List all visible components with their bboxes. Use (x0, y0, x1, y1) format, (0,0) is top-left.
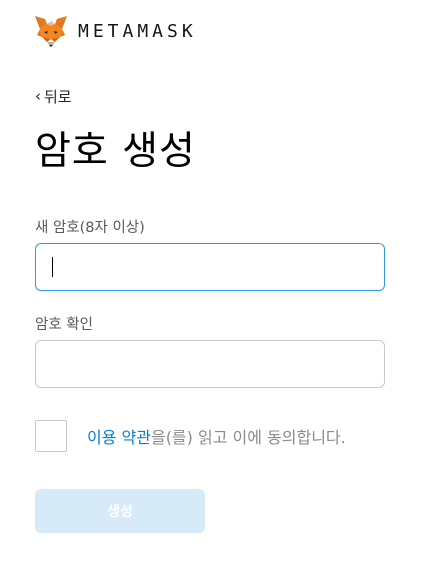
create-password-page: METAMASK ‹ 뒤로 암호 생성 새 암호(8자 이상) 암호 확인 이용… (0, 0, 421, 571)
metamask-wordmark: METAMASK (78, 20, 197, 42)
back-label: 뒤로 (44, 88, 72, 106)
terms-of-use-link[interactable]: 이용 약관 (87, 428, 151, 447)
create-button[interactable]: 생성 (35, 489, 205, 533)
header: METAMASK (34, 14, 197, 48)
terms-text: 이용 약관을(를) 읽고 이에 동의합니다. (87, 424, 346, 448)
confirm-password-input[interactable] (35, 340, 385, 388)
confirm-password-label: 암호 확인 (35, 317, 93, 333)
terms-checkbox[interactable] (35, 420, 67, 452)
back-link[interactable]: ‹ 뒤로 (35, 86, 72, 107)
new-password-label: 새 암호(8자 이상) (35, 220, 145, 236)
metamask-fox-icon (35, 16, 67, 47)
page-title: 암호 생성 (35, 129, 196, 174)
chevron-left-icon: ‹ (35, 87, 41, 105)
text-caret (52, 257, 53, 277)
new-password-input[interactable] (35, 243, 385, 291)
terms-row: 이용 약관을(를) 읽고 이에 동의합니다. (35, 420, 346, 452)
terms-agree-text: 을(를) 읽고 이에 동의합니다. (150, 428, 346, 447)
